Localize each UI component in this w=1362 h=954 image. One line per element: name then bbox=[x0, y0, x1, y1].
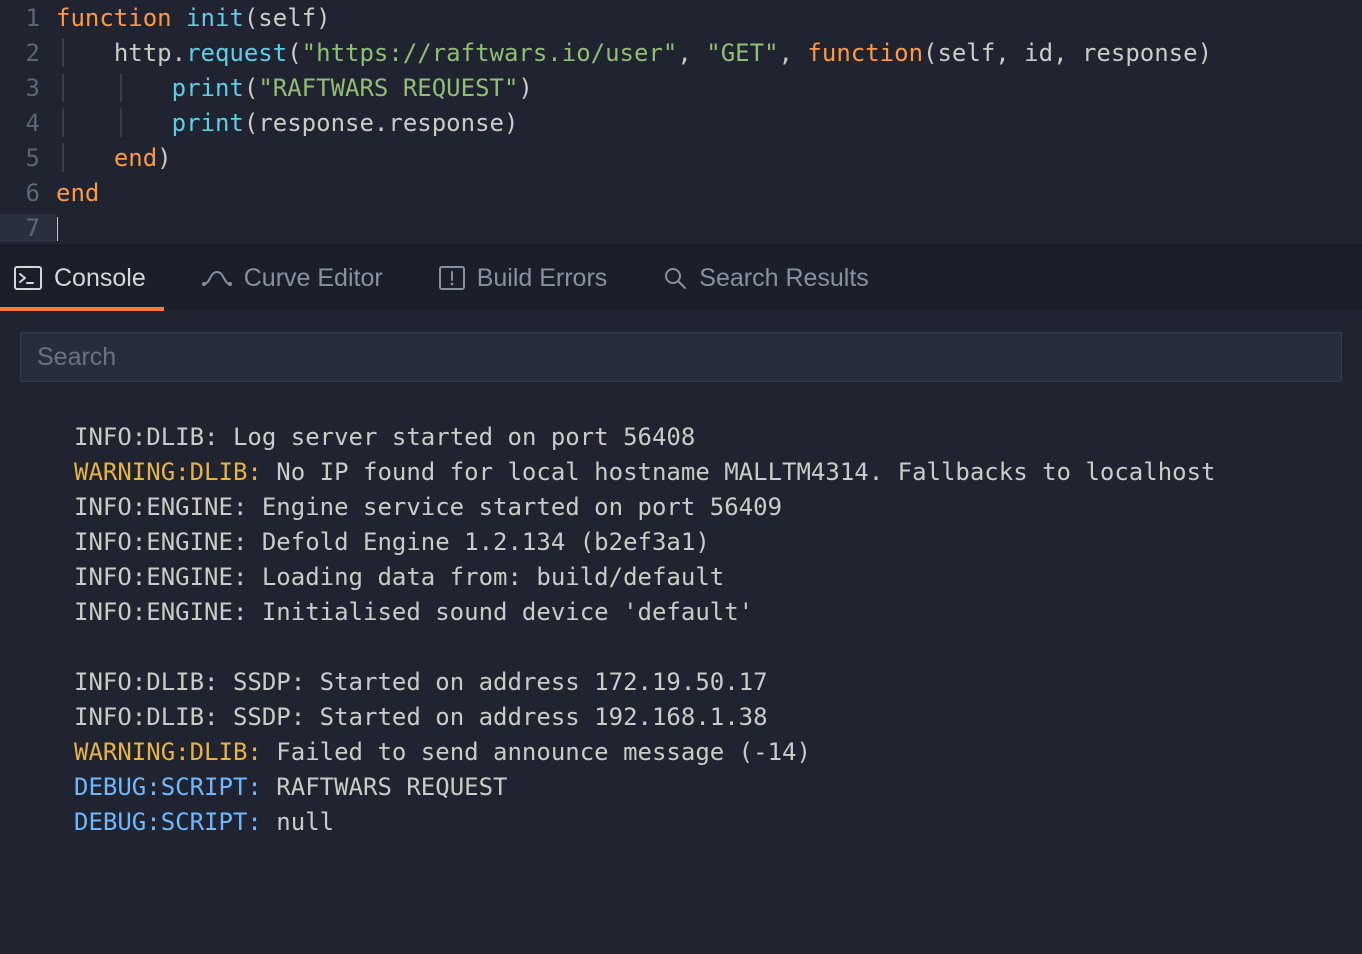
line-number: 6 bbox=[0, 179, 56, 207]
console-log[interactable]: INFO:DLIB: Log server started on port 56… bbox=[0, 400, 1362, 840]
console-search-input[interactable] bbox=[20, 332, 1342, 382]
log-line: INFO:ENGINE: Engine service started on p… bbox=[74, 490, 1362, 525]
console-panel: INFO:DLIB: Log server started on port 56… bbox=[0, 310, 1362, 840]
log-line: INFO:DLIB: Log server started on port 56… bbox=[74, 420, 1362, 455]
log-line: INFO:DLIB: SSDP: Started on address 172.… bbox=[74, 665, 1362, 700]
tab-console[interactable]: Console bbox=[6, 246, 154, 310]
tab-label: Search Results bbox=[699, 264, 869, 293]
terminal-icon bbox=[14, 266, 42, 290]
tab-build-errors[interactable]: Build Errors bbox=[431, 246, 616, 310]
curve-icon bbox=[202, 268, 232, 288]
line-number: 3 bbox=[0, 74, 56, 102]
code-content[interactable]: │ │ print("RAFTWARS REQUEST") bbox=[56, 74, 533, 102]
code-content[interactable]: │ end) bbox=[56, 144, 172, 172]
code-content[interactable]: function init(self) bbox=[56, 4, 331, 32]
tab-curve-editor[interactable]: Curve Editor bbox=[194, 246, 391, 310]
log-line: INFO:DLIB: SSDP: Started on address 192.… bbox=[74, 700, 1362, 735]
code-content[interactable] bbox=[56, 214, 58, 242]
line-number: 5 bbox=[0, 144, 56, 172]
warning-icon bbox=[439, 266, 465, 290]
line-number: 7 bbox=[0, 214, 56, 242]
log-line: INFO:ENGINE: Initialised sound device 'd… bbox=[74, 595, 1362, 630]
code-line[interactable]: 2│ http.request("https://raftwars.io/use… bbox=[0, 35, 1362, 70]
tab-label: Build Errors bbox=[477, 264, 608, 293]
code-content[interactable]: │ │ print(response.response) bbox=[56, 109, 518, 137]
code-line[interactable]: 6end bbox=[0, 175, 1362, 210]
code-content[interactable]: │ http.request("https://raftwars.io/user… bbox=[56, 39, 1212, 67]
panel-tabs: Console Curve Editor Build Errors bbox=[0, 245, 1362, 310]
line-number: 1 bbox=[0, 4, 56, 32]
log-line: INFO:ENGINE: Loading data from: build/de… bbox=[74, 560, 1362, 595]
code-line[interactable]: 4│ │ print(response.response) bbox=[0, 105, 1362, 140]
log-line: WARNING:DLIB: No IP found for local host… bbox=[74, 455, 1362, 490]
code-line[interactable]: 3│ │ print("RAFTWARS REQUEST") bbox=[0, 70, 1362, 105]
code-line[interactable]: 7 bbox=[0, 210, 1362, 245]
tab-label: Console bbox=[54, 264, 146, 293]
code-editor[interactable]: 1function init(self)2│ http.request("htt… bbox=[0, 0, 1362, 245]
code-line[interactable]: 1function init(self) bbox=[0, 0, 1362, 35]
search-icon bbox=[663, 266, 687, 290]
log-line: DEBUG:SCRIPT: null bbox=[74, 805, 1362, 840]
log-line: INFO:ENGINE: Defold Engine 1.2.134 (b2ef… bbox=[74, 525, 1362, 560]
code-content[interactable]: end bbox=[56, 179, 99, 207]
line-number: 4 bbox=[0, 109, 56, 137]
tab-search-results[interactable]: Search Results bbox=[655, 246, 877, 310]
line-number: 2 bbox=[0, 39, 56, 67]
tab-label: Curve Editor bbox=[244, 264, 383, 293]
code-line[interactable]: 5│ end) bbox=[0, 140, 1362, 175]
log-line: WARNING:DLIB: Failed to send announce me… bbox=[74, 735, 1362, 770]
log-line: DEBUG:SCRIPT: RAFTWARS REQUEST bbox=[74, 770, 1362, 805]
